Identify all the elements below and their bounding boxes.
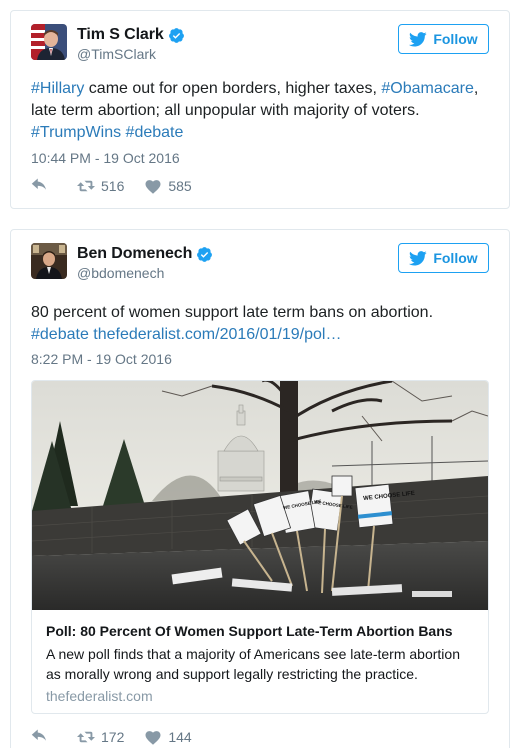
tweet-actions: 172 144 (31, 729, 212, 745)
reply-button[interactable] (31, 729, 55, 745)
card-body: Poll: 80 Percent Of Women Support Late-T… (46, 622, 474, 704)
card-image[interactable]: WE CHOOSE LIFE WE CHOOSE LIFE WE CHOOSE … (32, 381, 488, 610)
reply-icon (31, 729, 46, 741)
url-link[interactable]: thefederalist.com/2016/01/19/pol… (93, 326, 341, 343)
tweet-actions: 516 585 (31, 178, 212, 194)
like-count: 585 (168, 178, 192, 194)
tweet-timestamp[interactable]: 8:22 PM - 19 Oct 2016 (31, 351, 172, 367)
reply-icon (31, 178, 46, 190)
retweet-icon (77, 180, 95, 192)
hashtag-link[interactable]: #debate (31, 326, 89, 343)
user-handle[interactable]: @TimSClark (77, 46, 156, 62)
like-count: 144 (168, 729, 192, 745)
tweet-card[interactable]: Ben Domenech @bdomenech Follow 80 percen… (10, 229, 510, 748)
twitter-bird-icon (409, 250, 428, 265)
card-title[interactable]: Poll: 80 Percent Of Women Support Late-T… (46, 622, 474, 640)
verified-badge-icon (197, 246, 213, 262)
reply-button[interactable] (31, 178, 55, 194)
name-row: Tim S Clark (77, 26, 185, 44)
verified-badge-icon (168, 27, 184, 43)
display-name[interactable]: Ben Domenech (77, 245, 192, 263)
tweet-text: #Hillary came out for open borders, high… (31, 78, 489, 144)
tweet-text-segment: came out for open borders, higher taxes, (84, 80, 382, 97)
hashtag-link[interactable]: #debate (126, 124, 184, 141)
tweet-text-segment: 80 percent of women support late term ba… (31, 304, 434, 321)
hashtag-link[interactable]: #Obamacare (381, 80, 474, 97)
avatar[interactable] (31, 243, 67, 279)
hashtag-link[interactable]: #TrumpWins (31, 124, 121, 141)
card-domain: thefederalist.com (46, 688, 153, 704)
retweet-count: 172 (101, 729, 125, 745)
follow-label: Follow (433, 31, 478, 47)
avatar[interactable] (31, 24, 67, 60)
like-button[interactable]: 585 (144, 178, 192, 194)
tweet-header: Ben Domenech @bdomenech Follow (31, 243, 489, 283)
display-name[interactable]: Tim S Clark (77, 26, 164, 44)
follow-button[interactable]: Follow (398, 24, 489, 54)
tweet-timestamp[interactable]: 10:44 PM - 19 Oct 2016 (31, 150, 180, 166)
tweet-text: 80 percent of women support late term ba… (31, 302, 489, 346)
retweet-button[interactable]: 516 (77, 178, 124, 194)
link-preview-card[interactable]: WE CHOOSE LIFE WE CHOOSE LIFE WE CHOOSE … (31, 380, 489, 714)
tweet-card[interactable]: Tim S Clark @TimSClark Follow #Hillary c… (10, 10, 510, 209)
heart-icon (145, 180, 161, 194)
follow-button[interactable]: Follow (398, 243, 489, 273)
card-description: A new poll finds that a majority of Amer… (46, 646, 460, 682)
heart-icon (145, 731, 161, 745)
retweet-icon (77, 731, 95, 743)
retweet-count: 516 (101, 178, 125, 194)
user-handle[interactable]: @bdomenech (77, 265, 164, 281)
tweet-header: Tim S Clark @TimSClark Follow (31, 24, 489, 64)
name-row: Ben Domenech (77, 245, 213, 263)
retweet-button[interactable]: 172 (77, 729, 124, 745)
twitter-bird-icon (409, 31, 428, 46)
hashtag-link[interactable]: #Hillary (31, 80, 84, 97)
follow-label: Follow (433, 250, 478, 266)
like-button[interactable]: 144 (144, 729, 192, 745)
